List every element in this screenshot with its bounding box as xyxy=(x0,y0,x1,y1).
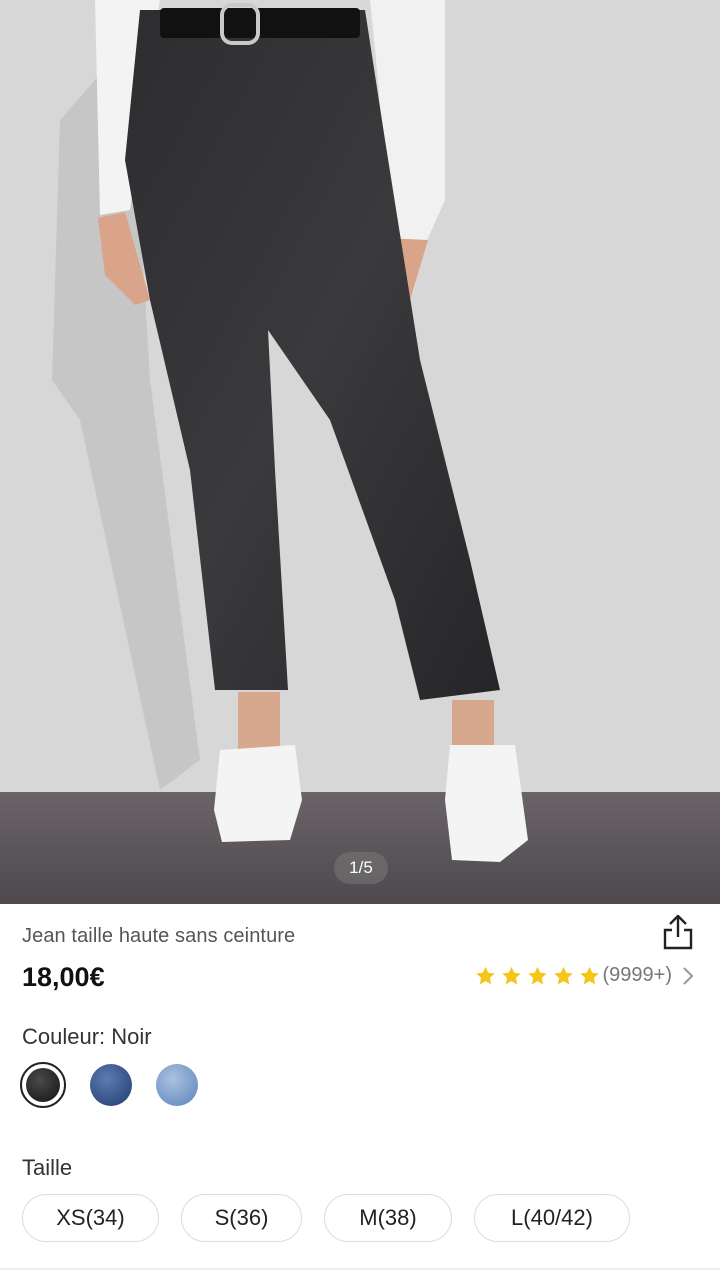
rating-stars xyxy=(474,965,601,987)
color-swatch-bleu[interactable] xyxy=(90,1064,132,1106)
product-image[interactable]: 1/5 xyxy=(0,0,720,904)
swatch-fill xyxy=(26,1068,60,1102)
product-price: 18,00€ xyxy=(22,962,105,992)
color-swatches xyxy=(20,1062,222,1108)
divider xyxy=(0,1268,720,1270)
star-icon xyxy=(579,966,599,984)
color-label: Couleur: Noir xyxy=(22,1024,152,1049)
star-icon xyxy=(553,966,573,984)
product-photo xyxy=(0,0,720,904)
share-icon xyxy=(663,914,693,950)
review-count: (9999+) xyxy=(602,964,673,986)
star-icon xyxy=(527,966,547,984)
size-option-m[interactable]: M(38) xyxy=(324,1194,452,1242)
rating-link[interactable]: (9999+) xyxy=(474,964,695,987)
product-title: Jean taille haute sans ceinture xyxy=(22,925,296,947)
chevron-right-icon xyxy=(683,966,694,985)
star-icon xyxy=(501,966,521,984)
size-option-l[interactable]: L(40/42) xyxy=(474,1194,630,1242)
color-swatch-noir[interactable] xyxy=(20,1062,66,1108)
size-options: XS(34) S(36) M(38) L(40/42) xyxy=(22,1194,652,1242)
size-option-xs[interactable]: XS(34) xyxy=(22,1194,159,1242)
image-counter: 1/5 xyxy=(334,852,388,884)
star-icon xyxy=(475,966,495,984)
share-button[interactable] xyxy=(660,912,696,952)
color-swatch-bleu-clair[interactable] xyxy=(156,1064,198,1106)
size-label: Taille xyxy=(22,1155,73,1180)
size-option-s[interactable]: S(36) xyxy=(181,1194,302,1242)
